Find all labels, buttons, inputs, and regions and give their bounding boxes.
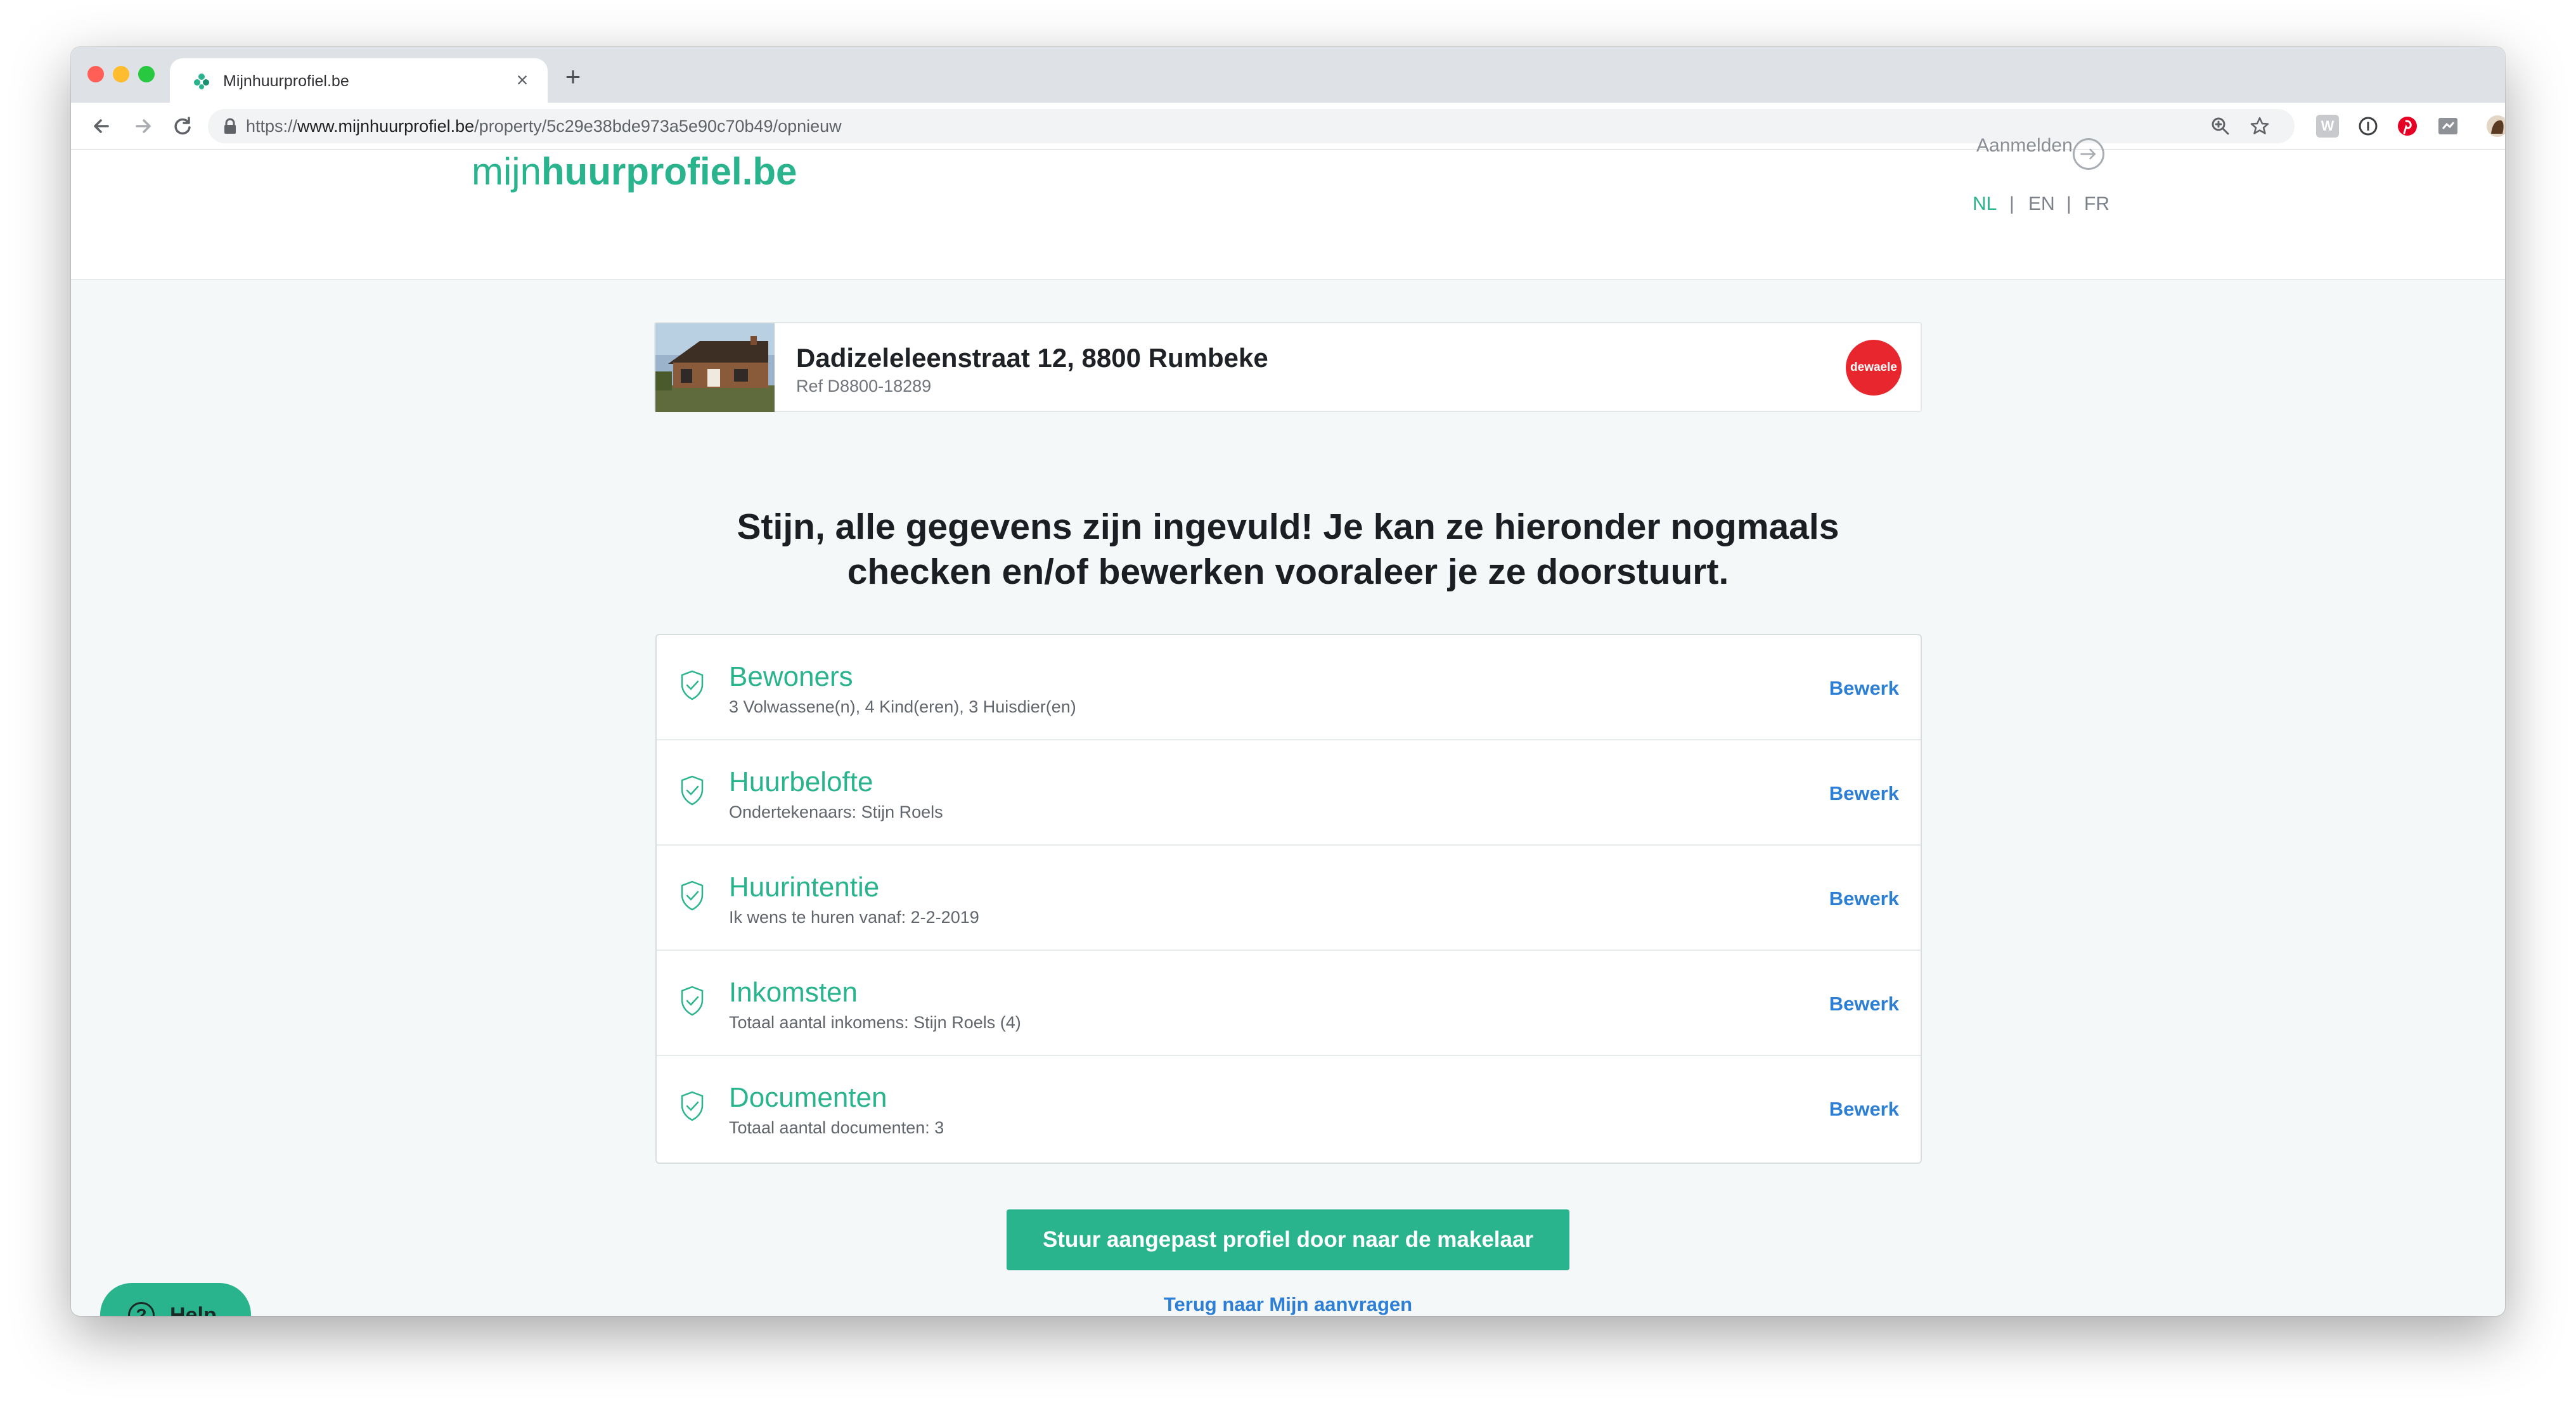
page-headline: Stijn, alle gegevens zijn ingevuld! Je k… [527, 505, 2049, 595]
star-icon[interactable] [2249, 115, 2270, 137]
lang-separator: | [2009, 193, 2014, 214]
profile-sections-list: Bewoners 3 Volwassene(n), 4 Kind(eren), … [655, 634, 1922, 1164]
lang-fr[interactable]: FR [2084, 191, 2109, 217]
section-title: Inkomsten [729, 977, 858, 1008]
back-to-requests-link[interactable]: Terug naar Mijn aanvragen [971, 1292, 1605, 1316]
extension-w-icon[interactable]: W [2316, 115, 2339, 138]
tab-close-icon[interactable]: × [510, 67, 535, 93]
new-tab-button[interactable]: + [559, 63, 587, 91]
browser-toolbar: https://www.mijnhuurprofiel.be/property/… [71, 103, 2505, 150]
edit-huurbelofte-link[interactable]: Bewerk [1829, 781, 1899, 806]
section-summary: Totaal aantal inkomens: Stijn Roels (4) [729, 1013, 1021, 1032]
lang-en[interactable]: EN [2028, 191, 2055, 217]
site-favicon-icon [194, 74, 209, 89]
help-button[interactable]: ? Help [100, 1283, 251, 1316]
shield-check-icon [681, 1091, 704, 1121]
browser-window: Mijnhuurprofiel.be × + https://www.mijnh… [71, 47, 2505, 1316]
property-address: Dadizeleleenstraat 12, 8800 Rumbeke [796, 343, 1268, 373]
maximize-window-button[interactable] [138, 66, 155, 82]
edit-documenten-link[interactable]: Bewerk [1829, 1097, 1899, 1122]
minimize-window-button[interactable] [113, 66, 129, 82]
section-title: Huurbelofte [729, 766, 873, 797]
question-icon: ? [128, 1302, 155, 1316]
login-link[interactable]: Aanmelden [1976, 133, 2073, 158]
section-row-bewoners: Bewoners 3 Volwassene(n), 4 Kind(eren), … [657, 635, 1921, 740]
section-summary: 3 Volwassene(n), 4 Kind(eren), 3 Huisdie… [729, 697, 1076, 716]
section-title: Documenten [729, 1082, 887, 1113]
headline-line-2: checken en/of bewerken vooraleer je ze d… [847, 551, 1729, 592]
section-title: Huurintentie [729, 872, 880, 903]
agency-logo: dewaele [1846, 340, 1902, 396]
property-card: Dadizeleleenstraat 12, 8800 Rumbeke Ref … [654, 322, 1922, 412]
property-photo [655, 323, 775, 412]
property-reference: Ref D8800-18289 [796, 377, 932, 396]
shield-check-icon [681, 775, 704, 806]
shield-check-icon [681, 670, 704, 700]
zoom-icon[interactable] [2210, 115, 2231, 137]
lang-separator: | [2066, 193, 2071, 214]
tab-bar: Mijnhuurprofiel.be × + [71, 47, 2505, 103]
forward-icon[interactable] [131, 113, 156, 139]
shield-check-icon [681, 880, 704, 911]
headline-line-1: Stijn, alle gegevens zijn ingevuld! Je k… [737, 506, 1839, 547]
pinterest-icon[interactable] [2396, 115, 2419, 138]
back-icon[interactable] [89, 113, 114, 139]
section-title: Bewoners [729, 661, 853, 692]
help-label: Help [170, 1303, 217, 1316]
section-row-documenten: Documenten Totaal aantal documenten: 3 B… [657, 1056, 1921, 1161]
page-content: mijnhuurprofiel.be Aanmelden NL | EN | F… [71, 135, 2505, 1316]
url-text: https://www.mijnhuurprofiel.be/property/… [246, 117, 842, 136]
shield-check-icon [681, 986, 704, 1016]
reload-icon[interactable] [170, 113, 195, 139]
login-arrow-icon[interactable] [2073, 138, 2104, 170]
site-header: mijnhuurprofiel.be Aanmelden NL | EN | F… [71, 135, 2505, 280]
section-summary: Ondertekenaars: Stijn Roels [729, 802, 943, 821]
edit-bewoners-link[interactable]: Bewerk [1829, 676, 1899, 701]
extension-screen-icon[interactable] [2437, 115, 2459, 138]
lock-icon [224, 118, 236, 134]
section-row-huurintentie: Huurintentie Ik wens te huren vanaf: 2-2… [657, 846, 1921, 951]
site-logo[interactable]: mijnhuurprofiel.be [472, 150, 797, 194]
section-summary: Ik wens te huren vanaf: 2-2-2019 [729, 908, 979, 927]
edit-inkomsten-link[interactable]: Bewerk [1829, 991, 1899, 1017]
section-summary: Totaal aantal documenten: 3 [729, 1118, 944, 1137]
browser-tab[interactable]: Mijnhuurprofiel.be × [170, 58, 548, 103]
section-row-inkomsten: Inkomsten Totaal aantal inkomens: Stijn … [657, 951, 1921, 1056]
close-window-button[interactable] [87, 66, 104, 82]
profile-avatar-icon[interactable] [2486, 115, 2505, 138]
section-row-huurbelofte: Huurbelofte Ondertekenaars: Stijn Roels … [657, 740, 1921, 846]
tab-title: Mijnhuurprofiel.be [223, 72, 349, 90]
edit-huurintentie-link[interactable]: Bewerk [1829, 886, 1899, 912]
extension-info-icon[interactable] [2357, 115, 2380, 138]
lang-nl[interactable]: NL [1973, 191, 1997, 217]
submit-profile-button[interactable]: Stuur aangepast profiel door naar de mak… [1007, 1209, 1569, 1270]
